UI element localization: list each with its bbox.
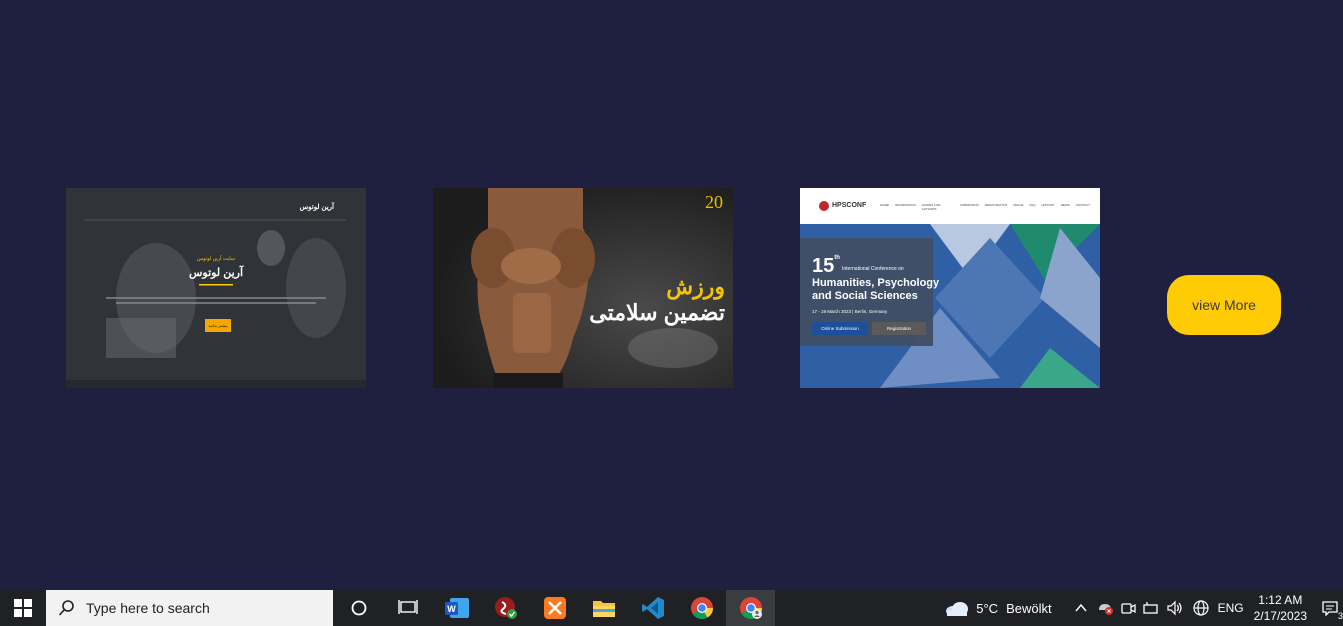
hpsconf-nav-item[interactable]: INFORMATION bbox=[895, 203, 916, 211]
view-more-button[interactable]: view More bbox=[1167, 275, 1281, 335]
hpsconf-nav-item[interactable]: GUIDES FOR AUTHORS bbox=[922, 203, 954, 211]
xampp-icon bbox=[543, 597, 566, 619]
hpsconf-nav-item[interactable]: HOME bbox=[880, 203, 889, 211]
task-view-icon bbox=[397, 600, 418, 614]
hpsconf-submit-button[interactable]: Online Submission bbox=[812, 322, 868, 335]
chrome-profile-icon bbox=[739, 597, 762, 619]
chevron-up-icon[interactable] bbox=[1074, 601, 1088, 615]
network-icon[interactable] bbox=[1142, 600, 1160, 616]
word-icon: W bbox=[444, 598, 469, 618]
meet-now-icon[interactable] bbox=[1120, 600, 1136, 616]
hpsconf-nav: HOME INFORMATION GUIDES FOR AUTHORS SUBMISS… bbox=[880, 203, 1090, 211]
notification-center-button[interactable]: 3 bbox=[1321, 590, 1343, 626]
ariyan-lotus-site-title: آرین لوتوس bbox=[299, 204, 334, 211]
language-globe-icon[interactable] bbox=[1192, 599, 1210, 617]
hpsconf-date: 17 - 19 March 2023 | Berlin, Germany bbox=[812, 309, 888, 314]
cloud-weather-icon bbox=[946, 602, 969, 616]
volume-icon[interactable] bbox=[1166, 600, 1184, 616]
svg-text:W: W bbox=[447, 604, 456, 614]
taskbar-app-chrome[interactable] bbox=[677, 590, 726, 626]
hpsconf-conf-line1: International Conference on bbox=[842, 266, 904, 272]
security-warning-icon[interactable] bbox=[1096, 600, 1114, 616]
ariyan-lotus-cta-button[interactable]: بیشتر بدانید bbox=[205, 319, 231, 332]
cortana-button[interactable] bbox=[334, 590, 383, 626]
weather-description[interactable]: Bewölkt bbox=[1006, 601, 1052, 616]
ariyan-lotus-hero-subtitle: سایت آرین لوتوس bbox=[197, 256, 235, 262]
hpsconf-nav-item[interactable]: REGISTRATION bbox=[985, 203, 1007, 211]
hpsconf-nav-item[interactable]: VENUE bbox=[1013, 203, 1023, 211]
thumbnail-hpsconf[interactable]: HPSCONF HOME INFORMATION GUIDES FOR AUTHOR… bbox=[800, 188, 1100, 388]
hpsconf-registration-button[interactable]: Registration bbox=[872, 322, 926, 335]
taskbar-app-file-explorer[interactable] bbox=[579, 590, 628, 626]
hpsconf-number: 15th bbox=[812, 255, 840, 277]
sport-logo: 20 bbox=[705, 192, 723, 212]
ariyan-lotus-hero-title: آرین لوتوس bbox=[188, 267, 244, 279]
taskbar-app-xampp[interactable] bbox=[530, 590, 579, 626]
sport-headline-line1: ورزش bbox=[666, 274, 725, 299]
hpsconf-logo: HPSCONF bbox=[832, 202, 867, 209]
weather-temperature[interactable]: 5°C bbox=[976, 601, 998, 616]
hpsconf-conf-line3: and Social Sciences bbox=[812, 290, 918, 302]
start-button[interactable] bbox=[0, 590, 46, 626]
hpsconf-nav-item[interactable]: HISTORY bbox=[1041, 203, 1054, 211]
notification-icon bbox=[1322, 601, 1338, 616]
hpsconf-nav-item[interactable]: SUBMISSION bbox=[960, 203, 979, 211]
taskbar-app-word[interactable]: W bbox=[432, 590, 481, 626]
search-placeholder: Type here to search bbox=[86, 600, 210, 616]
hpsconf-nav-item[interactable]: FAQ bbox=[1029, 203, 1035, 211]
system-tray: 5°C Bewölkt ENG 1:12 AM 2/17/2023 3 bbox=[944, 590, 1343, 626]
taskbar-app-vscode[interactable] bbox=[628, 590, 677, 626]
thumbnail-sport-site[interactable]: 20 ورزش تضمین سلامتی bbox=[433, 188, 733, 388]
search-icon bbox=[58, 600, 74, 616]
input-language[interactable]: ENG bbox=[1218, 601, 1244, 615]
vscode-icon bbox=[641, 597, 664, 619]
notification-count-badge: 3 bbox=[1337, 611, 1343, 621]
taskbar: Type here to search W 5°C Bewölkt ENG 1:… bbox=[0, 590, 1343, 626]
hpsconf-nav-item[interactable]: NEWS bbox=[1061, 203, 1070, 211]
sport-headline-line2: تضمین سلامتی bbox=[589, 300, 725, 325]
taskbar-app-git-gui[interactable] bbox=[481, 590, 530, 626]
clock-date: 2/17/2023 bbox=[1253, 609, 1307, 623]
thumbnail-ariyan-lotus[interactable]: آرین لوتوس سایت آرین لوتوس آرین لوتوس بی… bbox=[66, 188, 366, 388]
hpsconf-nav-item[interactable]: CONTACT bbox=[1076, 203, 1090, 211]
ariyan-lotus-preview bbox=[66, 188, 366, 388]
taskbar-app-chrome-profile[interactable] bbox=[726, 590, 775, 626]
hpsconf-conf-line2: Humanities, Psychology bbox=[812, 277, 940, 289]
chrome-icon bbox=[690, 597, 713, 619]
task-view-button[interactable] bbox=[383, 590, 432, 626]
taskbar-search-box[interactable]: Type here to search bbox=[46, 590, 333, 626]
folder-icon bbox=[592, 601, 615, 617]
git-app-icon bbox=[494, 597, 517, 619]
clock[interactable]: 1:12 AM 2/17/2023 bbox=[1254, 592, 1307, 624]
clock-time: 1:12 AM bbox=[1258, 593, 1303, 607]
windows-icon bbox=[14, 599, 32, 617]
cortana-circle-icon bbox=[351, 600, 366, 616]
